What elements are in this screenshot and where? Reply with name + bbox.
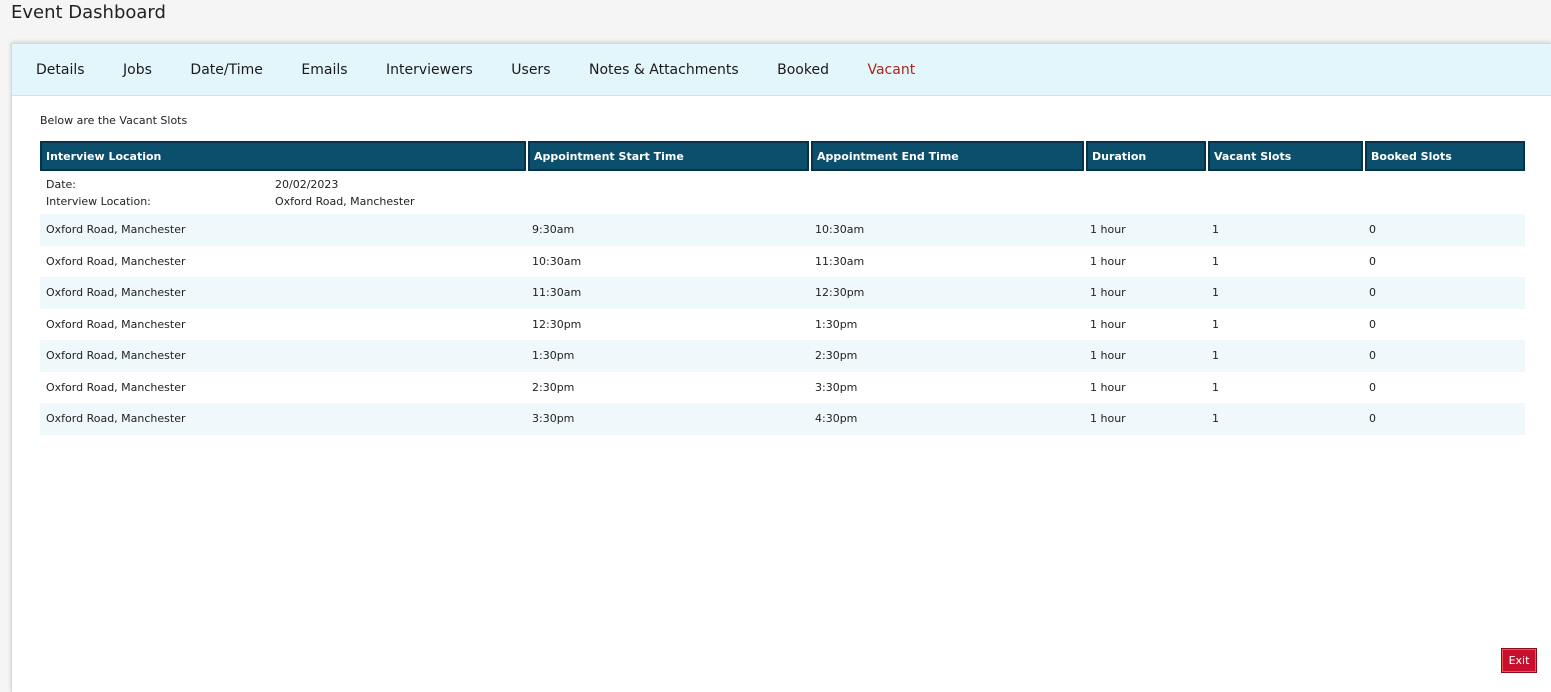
tab-notes-attachments[interactable]: Notes & Attachments <box>589 62 739 78</box>
cell-end-time: 4:30pm <box>809 403 1084 435</box>
cell-location: Oxford Road, Manchester <box>40 277 526 309</box>
cell-booked-slots: 0 <box>1369 254 1376 268</box>
cell-vacant-slots: 1 <box>1206 403 1363 435</box>
intro-text: Below are the Vacant Slots <box>40 114 188 127</box>
table-row: Oxford Road, Manchester 2:30pm 3:30pm 1 hou… <box>40 372 1525 404</box>
vacant-slots-table: Interview Location Appointment Start Tim… <box>40 141 1525 435</box>
location-value: Oxford Road, Manchester <box>275 195 415 208</box>
cell-vacant-slots: 1 <box>1212 254 1219 268</box>
cell-start-time: 12:30pm <box>532 317 582 331</box>
cell-booked-slots: 0 <box>1369 317 1376 331</box>
cell-duration: 1 hour <box>1084 403 1206 435</box>
cell-duration: 1 hour <box>1084 277 1206 309</box>
table-row: Oxford Road, Manchester 10:30am 11:30am 1 h… <box>40 246 1525 278</box>
cell-location: Oxford Road, Manchester <box>46 380 186 394</box>
page-title: Event Dashboard <box>11 2 166 23</box>
group-info-cell: Date: 20/02/2023 Interview Location: Oxf… <box>40 171 1525 214</box>
cell-vacant-slots: 1 <box>1212 380 1219 394</box>
cell-location: Oxford Road, Manchester <box>40 340 526 372</box>
cell-start-time: 3:30pm <box>526 403 809 435</box>
cell-duration: 1 hour <box>1090 380 1126 394</box>
tab-emails[interactable]: Emails <box>301 62 347 78</box>
cell-end-time: 3:30pm <box>815 380 858 394</box>
cell-start-time: 10:30am <box>532 254 582 268</box>
cell-booked-slots: 0 <box>1369 380 1376 394</box>
cell-booked-slots: 0 <box>1363 214 1525 246</box>
cell-start-time: 9:30am <box>526 214 809 246</box>
location-label: Interview Location: <box>46 195 151 208</box>
date-value: 20/02/2023 <box>275 178 339 191</box>
tab-bar: Details Jobs Date/Time Emails Interviewe… <box>12 44 1551 96</box>
table-row: Oxford Road, Manchester 3:30pm 4:30pm 1 hou… <box>40 403 1525 435</box>
tab-jobs[interactable]: Jobs <box>123 62 152 78</box>
table-row: Oxford Road, Manchester 1:30pm 2:30pm 1 hou… <box>40 340 1525 372</box>
cell-location: Oxford Road, Manchester <box>46 317 186 331</box>
cell-vacant-slots: 1 <box>1206 277 1363 309</box>
cell-start-time: 1:30pm <box>526 340 809 372</box>
cell-vacant-slots: 1 <box>1212 317 1219 331</box>
group-info: Date: 20/02/2023 Interview Location: Oxf… <box>46 178 1519 208</box>
cell-end-time: 11:30am <box>815 254 865 268</box>
cell-end-time: 10:30am <box>809 214 1084 246</box>
cell-vacant-slots: 1 <box>1206 214 1363 246</box>
cell-vacant-slots: 1 <box>1206 340 1363 372</box>
tab-date-time[interactable]: Date/Time <box>190 62 262 78</box>
column-header-start-time[interactable]: Appointment Start Time <box>526 141 809 171</box>
cell-location: Oxford Road, Manchester <box>40 214 526 246</box>
date-label: Date: <box>46 178 76 191</box>
table-row: Oxford Road, Manchester 11:30am 12:30pm 1 h… <box>40 277 1525 309</box>
event-panel: Details Jobs Date/Time Emails Interviewe… <box>11 43 1551 692</box>
cell-end-time: 2:30pm <box>809 340 1084 372</box>
column-header-interview-location[interactable]: Interview Location <box>40 141 526 171</box>
tab-vacant[interactable]: Vacant <box>867 62 915 78</box>
column-header-end-time[interactable]: Appointment End Time <box>809 141 1084 171</box>
cell-booked-slots: 0 <box>1363 340 1525 372</box>
cell-location: Oxford Road, Manchester <box>46 254 186 268</box>
cell-booked-slots: 0 <box>1363 277 1525 309</box>
tab-interviewers[interactable]: Interviewers <box>386 62 473 78</box>
cell-booked-slots: 0 <box>1363 403 1525 435</box>
column-header-vacant-slots[interactable]: Vacant Slots <box>1206 141 1363 171</box>
cell-start-time: 11:30am <box>526 277 809 309</box>
tab-details[interactable]: Details <box>36 62 85 78</box>
cell-duration: 1 hour <box>1084 214 1206 246</box>
table-header-row: Interview Location Appointment Start Tim… <box>40 141 1525 171</box>
cell-duration: 1 hour <box>1090 317 1126 331</box>
cell-end-time: 12:30pm <box>809 277 1084 309</box>
table-row: Oxford Road, Manchester 9:30am 10:30am 1 ho… <box>40 214 1525 246</box>
cell-duration: 1 hour <box>1084 340 1206 372</box>
table-row: Oxford Road, Manchester 12:30pm 1:30pm 1 ho… <box>40 309 1525 341</box>
tab-booked[interactable]: Booked <box>777 62 829 78</box>
column-header-duration[interactable]: Duration <box>1084 141 1206 171</box>
group-info-row: Date: 20/02/2023 Interview Location: Oxf… <box>40 171 1525 214</box>
column-header-booked-slots[interactable]: Booked Slots <box>1363 141 1525 171</box>
cell-start-time: 2:30pm <box>532 380 575 394</box>
exit-button[interactable]: Exit <box>1501 648 1537 673</box>
tab-users[interactable]: Users <box>511 62 550 78</box>
cell-duration: 1 hour <box>1090 254 1126 268</box>
cell-location: Oxford Road, Manchester <box>40 403 526 435</box>
cell-end-time: 1:30pm <box>815 317 858 331</box>
